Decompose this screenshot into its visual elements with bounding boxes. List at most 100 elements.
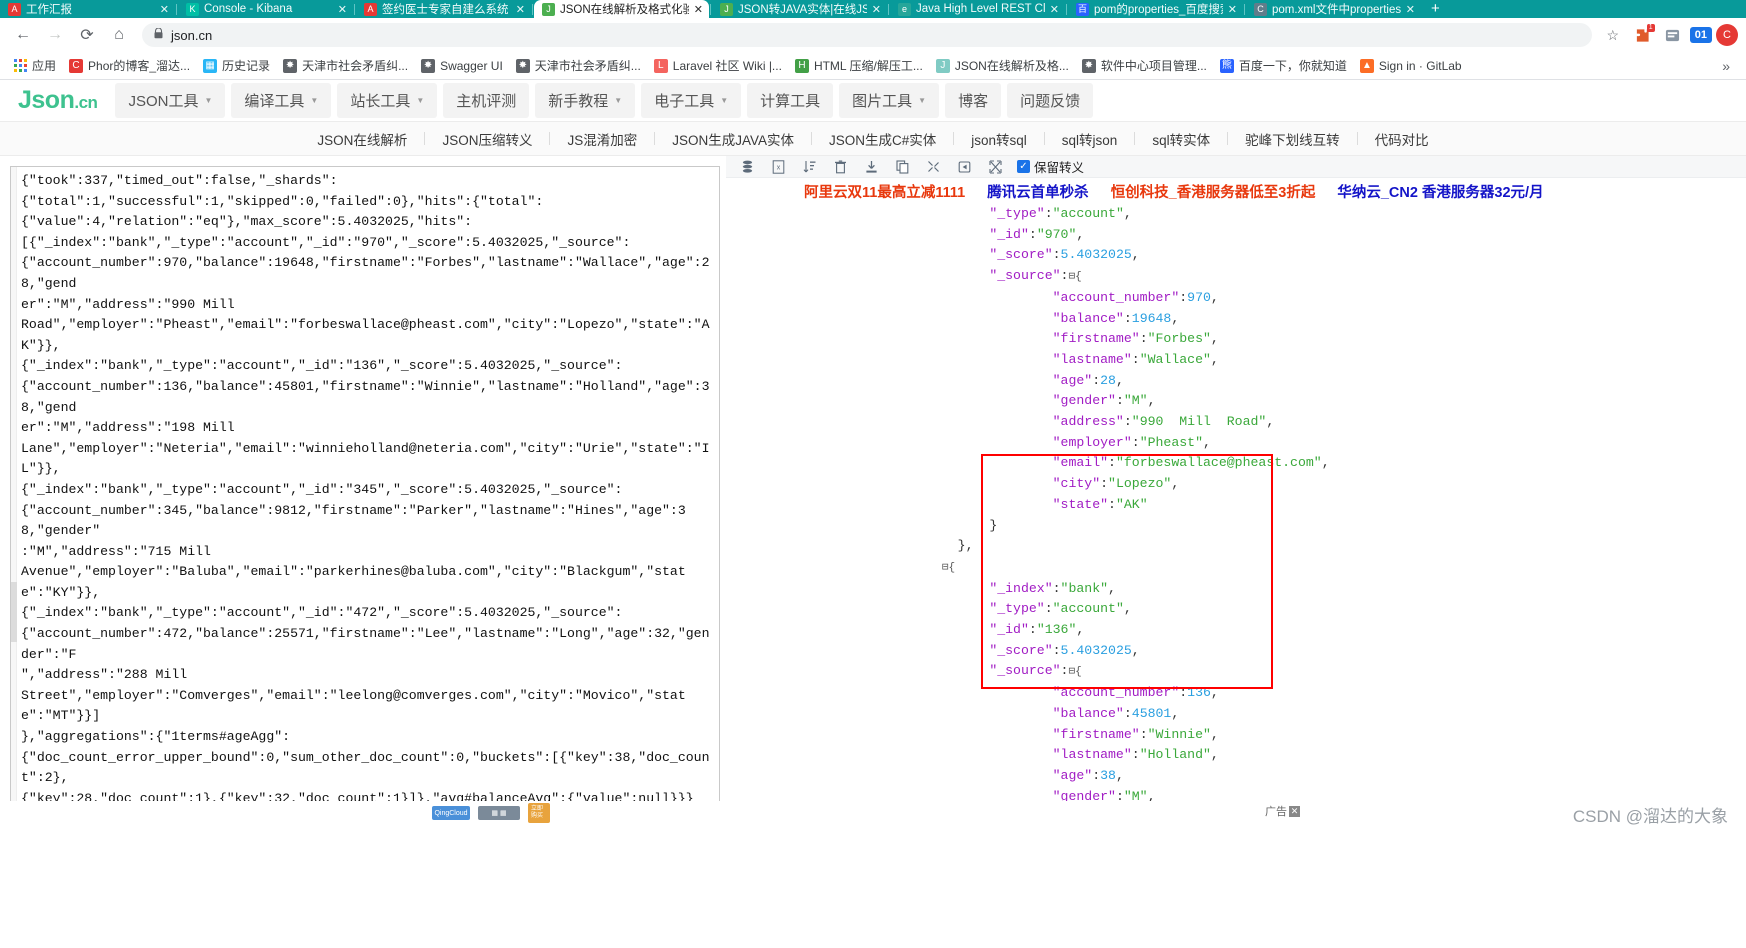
excel-icon[interactable]: x <box>763 156 794 178</box>
bookmark-item[interactable]: 应用 <box>8 54 62 77</box>
ad-thumbnails[interactable]: QingCloud ▦ ▦ 立即购买 <box>432 803 550 823</box>
subnav-item[interactable]: 代码对比 <box>1358 129 1446 149</box>
bookmark-item[interactable]: J JSON在线解析及格... <box>930 54 1075 77</box>
browser-tab[interactable]: 百 pom的properties_百度搜索 ✕ <box>1068 0 1243 18</box>
close-icon[interactable]: ✕ <box>160 3 169 16</box>
address-bar[interactable]: json.cn <box>142 23 1592 47</box>
subnav-item[interactable]: sql转实体 <box>1135 129 1227 149</box>
bookmark-item[interactable]: ✸ 软件中心项目管理... <box>1076 54 1213 77</box>
close-icon[interactable]: ✕ <box>694 3 703 16</box>
share-icon[interactable] <box>949 156 980 178</box>
main-nav-item[interactable]: 主机评测 <box>443 83 530 118</box>
trash-icon[interactable] <box>825 156 856 178</box>
subnav-item[interactable]: sql转json <box>1045 129 1135 149</box>
ad-close-control[interactable]: 广告 ✕ <box>1265 803 1300 819</box>
bookmarks-overflow-icon[interactable]: » <box>1714 58 1738 74</box>
globe-icon: ✸ <box>283 58 298 73</box>
json-token: "Holland" <box>1139 747 1211 763</box>
json-token: "state" <box>1052 496 1109 512</box>
home-icon[interactable]: ⌂ <box>104 21 134 49</box>
back-icon[interactable]: ← <box>8 21 38 49</box>
main-nav-item[interactable]: 编译工具 ▼ <box>231 83 332 118</box>
close-icon[interactable]: ✕ <box>1050 3 1059 16</box>
subnav-item[interactable]: JSON在线解析 <box>300 129 424 149</box>
ad-link[interactable]: 腾讯云首单秒杀 <box>987 181 1089 202</box>
tab-count-badge[interactable]: 01 <box>1689 27 1712 43</box>
browser-tab[interactable]: A 签约医士专家自建么系统 ✕ <box>356 0 531 18</box>
close-icon[interactable]: ✕ <box>872 3 881 16</box>
bookmark-item[interactable]: ▲ Sign in · GitLab <box>1354 56 1468 76</box>
fullscreen-icon[interactable] <box>980 156 1011 178</box>
main-nav-item[interactable]: 计算工具 <box>747 83 834 118</box>
chevron-down-icon: ▼ <box>416 96 425 105</box>
forward-icon[interactable]: → <box>40 21 70 49</box>
tool-icon: H <box>794 58 809 73</box>
browser-tab[interactable]: J JSON在线解析及格式化验... ✕ <box>534 0 709 18</box>
bookmark-star-icon[interactable]: ☆ <box>1600 22 1626 48</box>
ad-chip[interactable]: QingCloud <box>432 806 470 820</box>
bookmark-item[interactable]: ▦ 历史记录 <box>197 54 276 77</box>
bookmark-item[interactable]: ✸ 天津市社会矛盾纠... <box>510 54 647 77</box>
json-tree-view[interactable]: "_type":"account", "_id":"970", "_score"… <box>726 204 1746 839</box>
tab-separator <box>354 4 355 15</box>
json-token: ⊟{ <box>1068 666 1082 679</box>
ad-chip[interactable]: 立即购买 <box>528 803 550 823</box>
json-input-text[interactable]: {"took":337,"timed_out":false,"_shards":… <box>21 171 715 809</box>
bookmark-item[interactable]: H HTML 压缩/解压工... <box>789 54 929 77</box>
bookmark-item[interactable]: 熊百度一下，你就知道 <box>1214 54 1353 77</box>
main-nav-item[interactable]: 问题反馈 <box>1007 83 1094 118</box>
bookmark-item[interactable]: L Laravel 社区 Wiki |... <box>648 54 788 77</box>
close-icon[interactable]: ✕ <box>1406 3 1415 16</box>
subnav-item[interactable]: JS混淆加密 <box>550 129 654 149</box>
input-scrollbar[interactable] <box>11 167 17 820</box>
json-token: : <box>1123 310 1132 326</box>
bookmark-item[interactable]: ✸ 天津市社会矛盾纠... <box>277 54 414 77</box>
subnav-item[interactable]: 驼峰下划线互转 <box>1228 129 1357 149</box>
browser-tab[interactable]: K Console - Kibana ✕ <box>178 0 353 18</box>
new-tab-button[interactable]: + <box>1421 0 1450 18</box>
scrollbar-thumb[interactable] <box>11 582 17 642</box>
main-nav-item[interactable]: 图片工具 ▼ <box>839 83 940 118</box>
close-icon[interactable]: ✕ <box>1289 805 1300 817</box>
json-input-pane[interactable]: {"took":337,"timed_out":false,"_shards":… <box>10 166 720 821</box>
subnav-item[interactable]: JSON生成JAVA实体 <box>655 129 811 149</box>
ad-link[interactable]: 阿里云双11最高立减1111 <box>804 181 965 202</box>
browser-tab[interactable]: A 工作汇报 ✕ <box>0 0 175 18</box>
ad-link[interactable]: 华纳云_CN2 香港服务器32元/月 <box>1337 181 1543 202</box>
subnav-item[interactable]: json转sql <box>954 129 1044 149</box>
close-icon[interactable]: ✕ <box>338 3 347 16</box>
download-icon[interactable] <box>856 156 887 178</box>
bookmark-item[interactable]: ✸ Swagger UI <box>415 56 509 76</box>
browser-tab[interactable]: J JSON转JAVA实体|在线JSO... ✕ <box>712 0 887 18</box>
json-token: "lastname" <box>1052 351 1132 367</box>
json-tree-line: "age":38, <box>926 766 1746 787</box>
sort-icon[interactable] <box>794 156 825 178</box>
extension-icon-2[interactable] <box>1660 22 1686 48</box>
close-icon[interactable]: ✕ <box>516 3 525 16</box>
site-logo[interactable]: Json.cn <box>18 86 98 115</box>
database-icon[interactable] <box>732 156 763 178</box>
browser-tab[interactable]: e Java High Level REST Clie... ✕ <box>890 0 1065 18</box>
keep-escape-checkbox[interactable]: ✓ 保留转义 <box>1017 157 1084 176</box>
subnav-item[interactable]: JSON生成C#实体 <box>812 129 953 149</box>
main-nav-item[interactable]: 新手教程 ▼ <box>535 83 636 118</box>
main-nav-label: 计算工具 <box>760 93 821 110</box>
json-token: , <box>1115 767 1124 783</box>
copy-icon[interactable] <box>887 156 918 178</box>
ad-chip[interactable]: ▦ ▦ <box>478 806 520 820</box>
subnav-item[interactable]: JSON压缩转义 <box>425 129 549 149</box>
extension-puzzle-icon[interactable]: 1 <box>1630 22 1656 48</box>
main-nav-item[interactable]: 博客 <box>945 83 1002 118</box>
main-nav-item[interactable]: 电子工具 ▼ <box>641 83 742 118</box>
collapse-icon[interactable] <box>918 156 949 178</box>
reload-icon[interactable]: ⟳ <box>72 21 102 49</box>
avatar[interactable]: C <box>1716 24 1738 46</box>
toolbar-right-group: ☆ 1 01 C <box>1600 22 1738 48</box>
ad-link[interactable]: 恒创科技_香港服务器低至3折起 <box>1111 181 1316 202</box>
close-icon[interactable]: ✕ <box>1228 3 1237 16</box>
bookmark-label: Laravel 社区 Wiki |... <box>672 59 782 73</box>
main-nav-item[interactable]: 站长工具 ▼ <box>337 83 438 118</box>
bookmark-item[interactable]: C Phor的博客_溜达... <box>63 54 196 77</box>
main-nav-item[interactable]: JSON工具 ▼ <box>115 83 226 118</box>
browser-tab[interactable]: Cpom.xml文件中properties... ✕ <box>1246 0 1421 18</box>
